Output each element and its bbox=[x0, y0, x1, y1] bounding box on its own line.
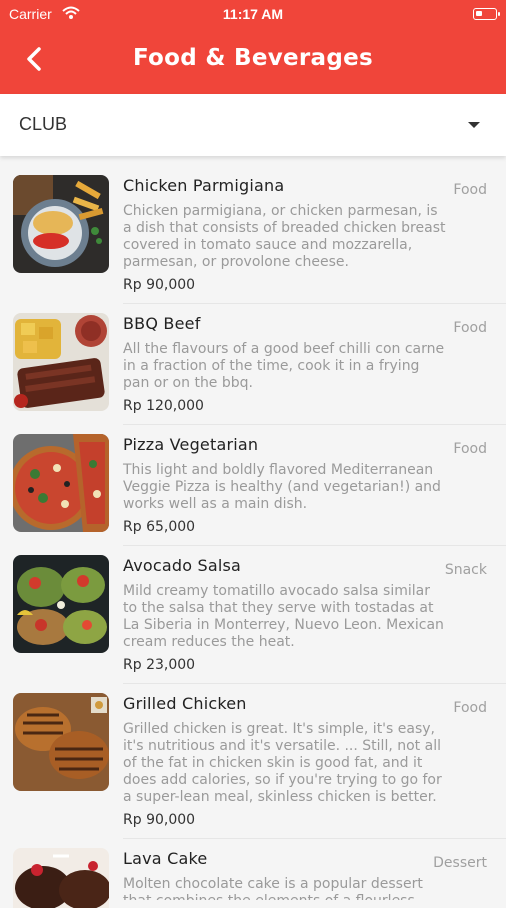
divider bbox=[123, 838, 506, 839]
divider bbox=[123, 303, 506, 304]
battery-icon bbox=[473, 8, 500, 20]
item-image bbox=[13, 313, 109, 411]
divider bbox=[123, 545, 506, 546]
item-description: Grilled chicken is great. It's simple, i… bbox=[123, 721, 442, 805]
caret-down-icon bbox=[468, 122, 480, 128]
item-name: Pizza Vegetarian bbox=[123, 435, 259, 454]
item-name: Avocado Salsa bbox=[123, 556, 242, 575]
item-image bbox=[13, 848, 109, 908]
item-image bbox=[13, 434, 109, 532]
divider bbox=[123, 683, 506, 684]
item-description: All the flavours of a good beef chilli c… bbox=[123, 341, 445, 391]
item-image bbox=[13, 555, 109, 653]
item-image bbox=[13, 175, 109, 273]
item-name: Chicken Parmigiana bbox=[123, 176, 285, 195]
status-bar: Carrier 11:17 AM bbox=[0, 0, 506, 28]
item-name: Grilled Chicken bbox=[123, 694, 247, 713]
item-price: Rp 65,000 bbox=[123, 519, 196, 535]
divider bbox=[123, 424, 506, 425]
page-title: Food & Beverages bbox=[132, 45, 374, 71]
clock: 11:17 AM bbox=[222, 6, 284, 22]
item-price: Rp 90,000 bbox=[123, 812, 196, 828]
item-category: Food bbox=[453, 320, 487, 336]
item-category: Snack bbox=[444, 562, 487, 578]
item-category: Food bbox=[453, 182, 487, 198]
item-description: Molten chocolate cake is a popular desse… bbox=[123, 876, 423, 900]
item-category: Dessert bbox=[433, 855, 487, 871]
item-description: Mild creamy tomatillo avocado salsa simi… bbox=[123, 583, 444, 650]
item-category: Food bbox=[453, 441, 487, 457]
header-bar: Food & Beverages bbox=[0, 28, 506, 94]
item-category: Food bbox=[453, 700, 487, 716]
item-description: This light and boldly flavored Mediterra… bbox=[123, 462, 441, 512]
item-price: Rp 23,000 bbox=[123, 657, 196, 673]
item-image bbox=[13, 693, 109, 791]
item-name: Lava Cake bbox=[123, 849, 208, 868]
item-price: Rp 120,000 bbox=[123, 398, 204, 414]
outlet-dropdown-value: CLUB bbox=[19, 114, 68, 134]
item-description: Chicken parmigiana, or chicken parmesan,… bbox=[123, 203, 446, 270]
item-price: Rp 90,000 bbox=[123, 277, 196, 293]
outlet-dropdown[interactable]: CLUB bbox=[0, 94, 506, 156]
item-name: BBQ Beef bbox=[123, 314, 201, 333]
